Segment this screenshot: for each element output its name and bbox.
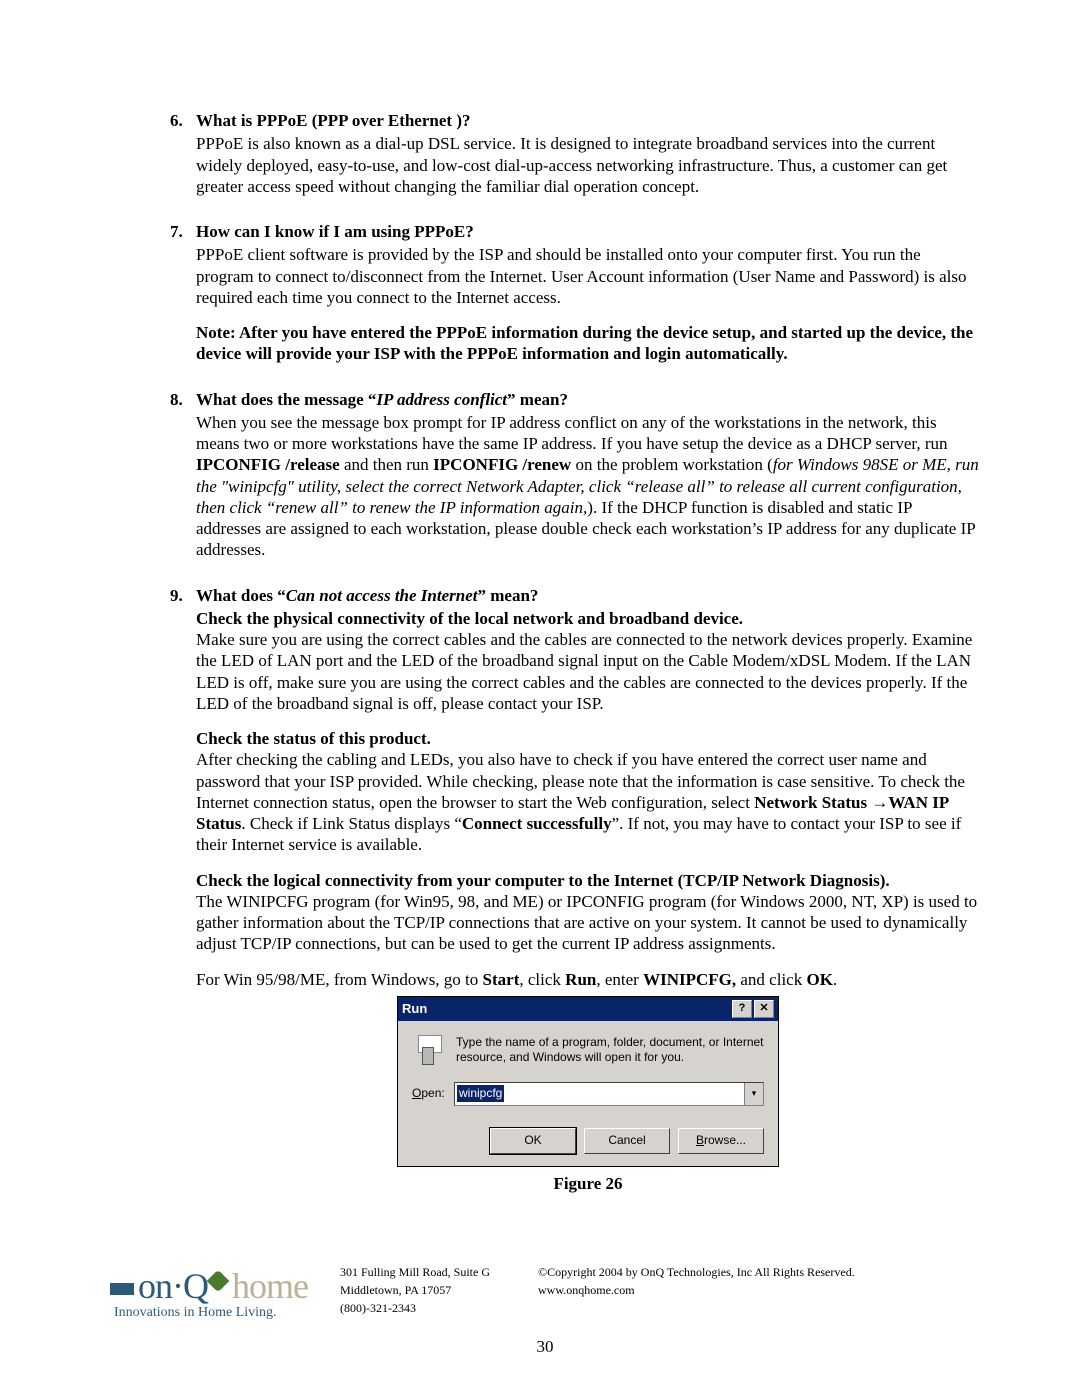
faq-item-6: 6. What is PPPoE (PPP over Ethernet )? P… <box>170 110 980 197</box>
logo: on·Q home Innovations in Home Living. <box>110 1265 310 1321</box>
footer-top: on·Q home Innovations in Home Living. 30… <box>110 1263 980 1321</box>
paragraph: PPPoE is also known as a dial-up DSL ser… <box>196 133 980 197</box>
item-title: What does “Can not access the Internet” … <box>196 586 538 605</box>
figure-caption: Figure 26 <box>196 1173 980 1194</box>
footer-legal: ©Copyright 2004 by OnQ Technologies, Inc… <box>538 1263 855 1317</box>
page-footer: on·Q home Innovations in Home Living. 30… <box>110 1263 980 1357</box>
paragraph: Check the physical connectivity of the l… <box>196 608 980 714</box>
logo-tagline: Innovations in Home Living. <box>110 1305 310 1321</box>
addr-line2: Middletown, PA 17057 <box>340 1281 490 1299</box>
item-title: What does the message “IP address confli… <box>196 390 568 409</box>
faq-item-9: 9. What does “Can not access the Interne… <box>170 585 980 1195</box>
item-title: How can I know if I am using PPPoE? <box>196 222 474 241</box>
run-dialog-titlebar: Run ? ✕ <box>398 997 778 1021</box>
paragraph: Check the status of this product.After c… <box>196 728 980 856</box>
ok-button-label: OK <box>524 1133 541 1148</box>
logo-on-text: on·Q <box>138 1265 208 1307</box>
item-body: Check the physical connectivity of the l… <box>196 608 980 990</box>
document-page: 6. What is PPPoE (PPP over Ethernet )? P… <box>0 0 1080 1397</box>
run-description: Type the name of a program, folder, docu… <box>456 1035 764 1066</box>
cancel-button-label: Cancel <box>608 1133 645 1148</box>
item-body: PPPoE client software is provided by the… <box>196 244 980 364</box>
paragraph: For Win 95/98/ME, from Windows, go to St… <box>196 969 980 990</box>
browse-button-rest: rowse... <box>704 1133 746 1148</box>
footer-address: 301 Fulling Mill Road, Suite G Middletow… <box>340 1263 490 1317</box>
faq-list: 6. What is PPPoE (PPP over Ethernet )? P… <box>170 110 980 1194</box>
browse-button[interactable]: Browse... <box>678 1128 764 1154</box>
item-title: What is PPPoE (PPP over Ethernet )? <box>196 111 470 130</box>
item-number: 9. <box>170 585 183 606</box>
open-label: Open: <box>412 1086 454 1101</box>
item-number: 6. <box>170 110 183 131</box>
run-dialog-buttons: OK Cancel Browse... <box>412 1128 764 1154</box>
open-label-rest: pen: <box>421 1086 444 1100</box>
logo-line: on·Q home <box>110 1265 310 1307</box>
run-dialog: Run ? ✕ Type the name of a program, fold… <box>397 996 779 1167</box>
ok-button[interactable]: OK <box>490 1128 576 1154</box>
faq-item-8: 8. What does the message “IP address con… <box>170 389 980 561</box>
logo-bar-icon <box>110 1283 134 1295</box>
faq-item-7: 7. How can I know if I am using PPPoE? P… <box>170 221 980 365</box>
item-number: 7. <box>170 221 183 242</box>
item-number: 8. <box>170 389 183 410</box>
item-body: When you see the message box prompt for … <box>196 412 980 561</box>
footer-info: 301 Fulling Mill Road, Suite G Middletow… <box>310 1263 980 1321</box>
paragraph: Note: After you have entered the PPPoE i… <box>196 322 980 365</box>
help-button[interactable]: ? <box>732 1000 752 1018</box>
open-input-value: winipcfg <box>457 1085 504 1102</box>
run-dialog-body: Type the name of a program, folder, docu… <box>398 1021 778 1166</box>
paragraph: Check the logical connectivity from your… <box>196 870 980 955</box>
browse-button-u: B <box>696 1133 704 1148</box>
chevron-down-icon[interactable]: ▾ <box>744 1083 763 1105</box>
item-body: PPPoE is also known as a dial-up DSL ser… <box>196 133 980 197</box>
addr-line1: 301 Fulling Mill Road, Suite G <box>340 1263 490 1281</box>
run-dialog-row-open: Open: winipcfg ▾ <box>412 1082 764 1106</box>
run-dialog-title: Run <box>402 1001 730 1017</box>
website: www.onqhome.com <box>538 1281 855 1299</box>
open-combobox[interactable]: winipcfg ▾ <box>454 1082 764 1106</box>
paragraph: When you see the message box prompt for … <box>196 412 980 561</box>
run-dialog-row-desc: Type the name of a program, folder, docu… <box>412 1035 764 1066</box>
copyright: ©Copyright 2004 by OnQ Technologies, Inc… <box>538 1263 855 1281</box>
close-button[interactable]: ✕ <box>754 1000 774 1018</box>
page-number: 30 <box>110 1337 980 1357</box>
paragraph: PPPoE client software is provided by the… <box>196 244 980 308</box>
cancel-button[interactable]: Cancel <box>584 1128 670 1154</box>
run-icon <box>412 1035 446 1065</box>
logo-home-text: home <box>232 1265 308 1307</box>
open-label-u: O <box>412 1086 421 1100</box>
addr-phone: (800)-321-2343 <box>340 1299 490 1317</box>
logo-leaf-icon <box>207 1270 230 1293</box>
